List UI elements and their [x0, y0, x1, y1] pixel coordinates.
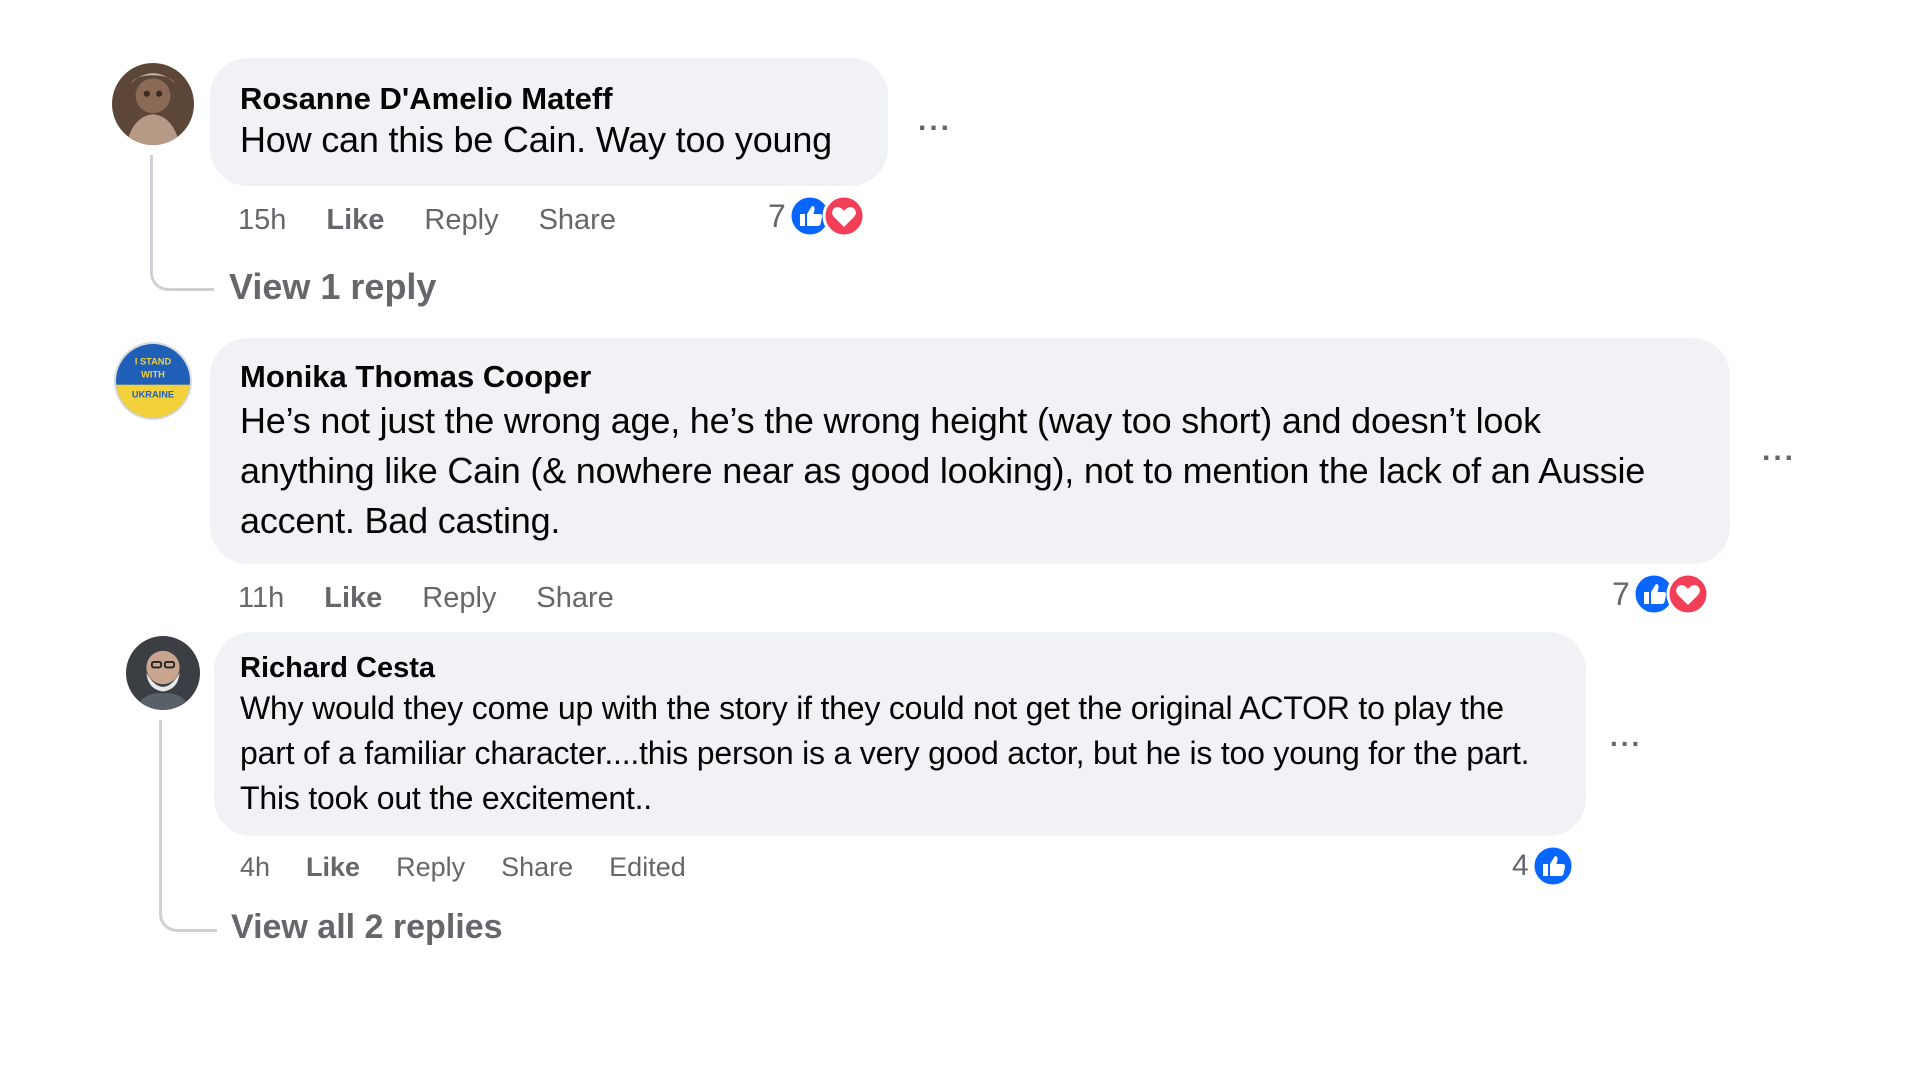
svg-text:UKRAINE: UKRAINE	[132, 390, 174, 400]
reply-button[interactable]: Reply	[396, 852, 465, 883]
comment-bubble: Richard Cesta Why would they come up wit…	[214, 632, 1586, 836]
reaction-summary[interactable]: 7	[1612, 572, 1710, 616]
avatar[interactable]	[112, 63, 194, 145]
more-options-button[interactable]: ...	[1762, 436, 1796, 466]
comment-author[interactable]: Richard Cesta	[240, 650, 1560, 686]
comment-author[interactable]: Monika Thomas Cooper	[240, 358, 1700, 396]
reaction-count: 7	[768, 197, 786, 234]
comment-timestamp[interactable]: 4h	[240, 852, 270, 883]
share-button[interactable]: Share	[539, 204, 616, 237]
comment-text: Why would they come up with the story if…	[240, 690, 1530, 816]
love-icon	[1666, 572, 1710, 616]
comment-author[interactable]: Rosanne D'Amelio Mateff	[240, 80, 858, 118]
view-replies-link[interactable]: View all 2 replies	[231, 908, 503, 947]
reaction-summary[interactable]: 4	[1512, 844, 1575, 888]
like-icon	[1531, 844, 1575, 888]
thread-line	[159, 720, 217, 932]
svg-text:WITH: WITH	[141, 369, 165, 379]
comment-actions: 11h Like Reply Share	[238, 578, 614, 618]
comment-actions: 4h Like Reply Share Edited	[240, 848, 686, 886]
share-button[interactable]: Share	[536, 582, 613, 615]
more-options-button[interactable]: ...	[1610, 723, 1642, 751]
love-icon	[822, 194, 866, 238]
view-replies-link[interactable]: View 1 reply	[229, 266, 436, 308]
reply-button[interactable]: Reply	[422, 582, 496, 615]
edited-label: Edited	[609, 851, 686, 882]
comment-timestamp[interactable]: 11h	[238, 582, 284, 615]
thread-line	[150, 155, 214, 291]
svg-text:I STAND: I STAND	[135, 356, 172, 366]
like-button[interactable]: Like	[326, 204, 384, 237]
comment-text: How can this be Cain. Way too young	[240, 119, 832, 160]
comment-actions: 15h Like Reply Share	[238, 200, 616, 240]
avatar[interactable]: I STAND WITH UKRAINE	[114, 342, 192, 420]
reaction-summary[interactable]: 7	[768, 194, 866, 238]
comment-bubble: Rosanne D'Amelio Mateff How can this be …	[210, 58, 888, 186]
avatar[interactable]	[126, 636, 200, 710]
avatar-photo-icon	[126, 636, 200, 710]
share-button[interactable]: Share	[501, 852, 573, 883]
reply-button[interactable]: Reply	[424, 204, 498, 237]
comment-bubble: Monika Thomas Cooper He’s not just the w…	[210, 338, 1730, 564]
avatar-badge-icon: I STAND WITH UKRAINE	[116, 344, 190, 418]
reaction-count: 7	[1612, 575, 1630, 612]
avatar-photo-icon	[112, 63, 194, 145]
more-options-button[interactable]: ...	[918, 106, 952, 136]
comment-text: He’s not just the wrong age, he’s the wr…	[240, 400, 1646, 541]
like-button[interactable]: Like	[306, 852, 360, 883]
like-button[interactable]: Like	[324, 582, 382, 615]
reaction-count: 4	[1512, 849, 1529, 882]
comment-timestamp[interactable]: 15h	[238, 204, 286, 237]
